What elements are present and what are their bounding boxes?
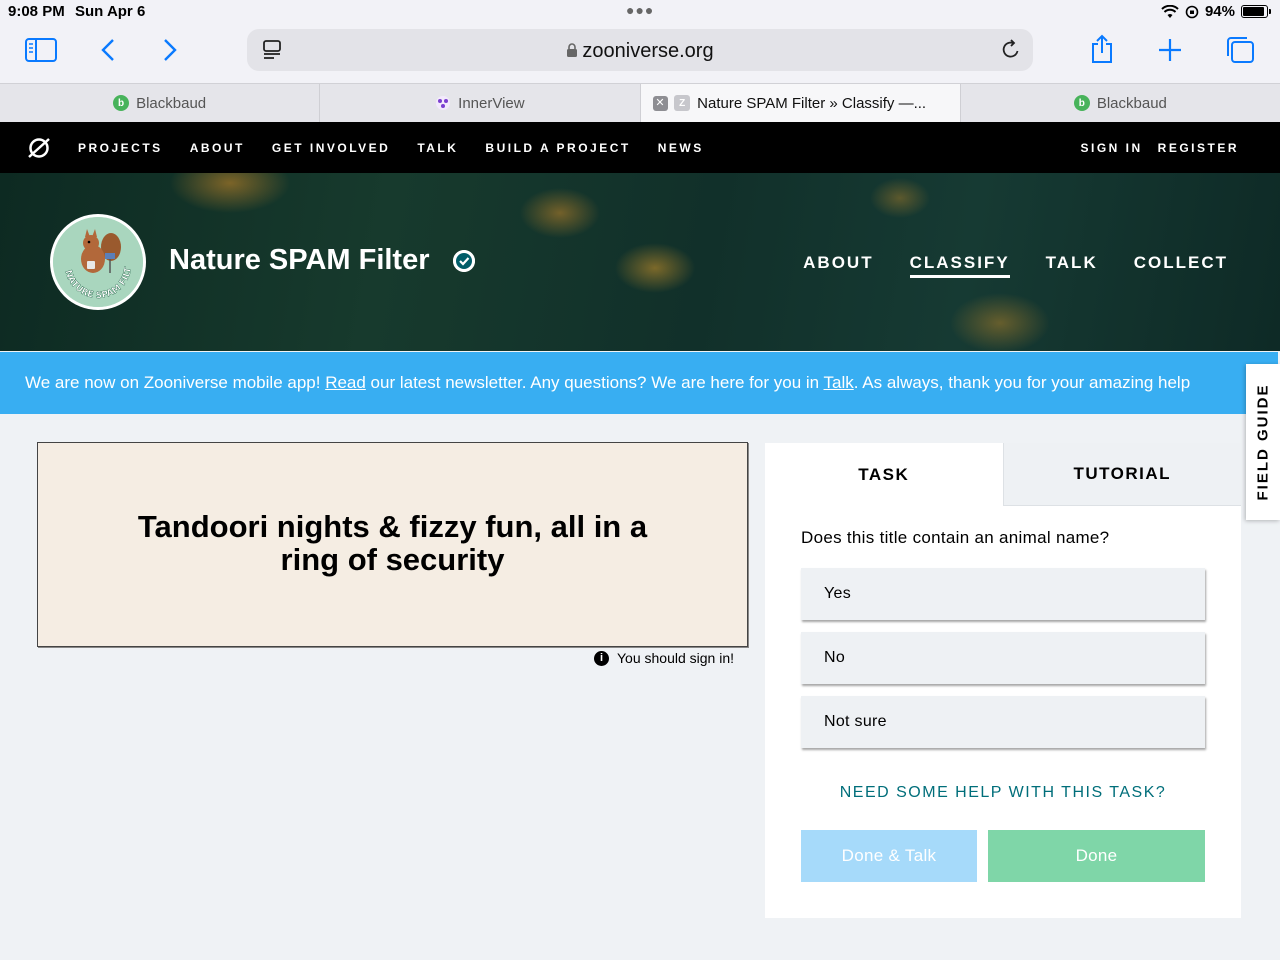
nav-get-involved[interactable]: GET INVOLVED [272,141,390,155]
browser-tab-blackbaud-1[interactable]: b Blackbaud [0,84,321,122]
done-button[interactable]: Done [988,830,1205,882]
project-avatar[interactable]: NATURE SPAM FILTER [50,214,146,310]
info-icon: i [594,650,609,666]
subject-text: Tandoori nights & fizzy fun, all in a ri… [38,510,747,576]
tab-label: InnerView [458,94,525,112]
status-right: 94% [1161,3,1271,20]
close-tab-icon[interactable]: ✕ [652,96,668,111]
tab-task[interactable]: TASK [765,443,1003,506]
project-nav-collect[interactable]: COLLECT [1134,253,1228,278]
verified-badge-icon [453,250,475,272]
sign-in-note[interactable]: i You should sign in! [594,650,734,666]
project-nav-talk[interactable]: TALK [1046,253,1098,278]
lock-icon [567,43,578,57]
answer-yes-button[interactable]: Yes [801,568,1205,620]
address-bar[interactable]: zooniverse.org [247,29,1033,71]
forward-icon[interactable] [162,38,178,62]
task-question: Does this title contain an animal name? [801,528,1110,547]
site-nav: PROJECTS ABOUT GET INVOLVED TALK BUILD A… [0,122,1280,173]
talk-link[interactable]: Talk [824,373,854,392]
squirrel-logo-icon: NATURE SPAM FILTER [53,217,143,307]
banner-text-part: . As always, thank you for your amazing … [853,373,1191,392]
multitasking-dots-icon[interactable]: ●●● [626,2,654,18]
share-icon[interactable] [1090,34,1114,64]
project-nav: ABOUT CLASSIFY TALK COLLECT [803,253,1228,278]
project-nav-about[interactable]: ABOUT [803,253,873,278]
status-time: 9:08 PM [8,3,65,20]
innerview-favicon-icon [436,96,451,110]
project-nav-classify[interactable]: CLASSIFY [909,253,1010,278]
browser-tab-blackbaud-2[interactable]: b Blackbaud [961,84,1280,122]
sign-in-link[interactable]: SIGN IN [1080,141,1142,155]
new-tab-icon[interactable] [1158,38,1182,62]
task-help-link[interactable]: NEED SOME HELP WITH THIS TASK? [765,784,1241,802]
field-guide-button[interactable]: FIELD GUIDE [1246,364,1280,520]
blackbaud-favicon-icon: b [113,95,130,111]
task-panel: TASK TUTORIAL Does this title contain an… [765,443,1241,918]
tab-tutorial[interactable]: TUTORIAL [1002,443,1241,506]
browser-toolbar: zooniverse.org [0,26,1280,83]
zooniverse-logo-icon[interactable] [27,136,51,165]
tab-label: Blackbaud [136,94,207,112]
answer-no-button[interactable]: No [801,632,1205,684]
project-header: NATURE SPAM FILTER Nature SPAM Filter AB… [0,173,1280,351]
url-display[interactable]: zooniverse.org [247,40,1033,63]
reload-icon[interactable] [1001,38,1021,66]
blackbaud-favicon-icon: b [1073,95,1090,111]
sign-in-note-text: You should sign in! [617,650,735,666]
nav-build-a-project[interactable]: BUILD A PROJECT [485,141,630,155]
battery-percent: 94% [1204,3,1235,20]
browser-tab-zooniverse[interactable]: ✕ Z Nature SPAM Filter » Classify —... [640,84,961,122]
orientation-lock-icon [1185,5,1199,18]
subject-text-line: ring of security [280,542,505,577]
subject-text-line: Tandoori nights & fizzy fun, all in a [137,509,648,544]
tab-label: Blackbaud [1096,94,1167,112]
browser-tab-innerview[interactable]: InnerView [320,84,641,122]
banner-text: We are now on Zooniverse mobile app! Rea… [25,373,1190,393]
field-guide-label: FIELD GUIDE [1254,383,1272,501]
project-title[interactable]: Nature SPAM Filter [169,244,430,277]
tab-overview-icon[interactable] [1225,36,1255,64]
auth-links: SIGN IN REGISTER [1080,141,1239,155]
nav-about[interactable]: ABOUT [190,141,245,155]
announcement-banner: We are now on Zooniverse mobile app! Rea… [0,352,1278,414]
sidebar-toggle-icon[interactable] [25,38,57,62]
battery-icon [1241,5,1271,18]
browser-tab-strip: b Blackbaud InnerView ✕ Z Nature SPAM Fi… [0,83,1280,122]
site-nav-list: PROJECTS ABOUT GET INVOLVED TALK BUILD A… [78,141,731,155]
answer-not-sure-button[interactable]: Not sure [801,696,1205,748]
register-link[interactable]: REGISTER [1158,141,1239,155]
status-bar: 9:08 PM Sun Apr 6 ●●● 94% [0,0,1280,26]
nav-talk[interactable]: TALK [417,141,458,155]
newsletter-link[interactable]: Read [325,373,366,392]
url-text: zooniverse.org [582,40,714,62]
status-date: Sun Apr 6 [75,3,146,20]
wifi-icon [1161,4,1179,18]
back-icon[interactable] [100,38,116,62]
zooniverse-favicon-icon: Z [674,95,691,111]
subject-viewer[interactable]: Tandoori nights & fizzy fun, all in a ri… [37,442,748,647]
tab-label: Nature SPAM Filter » Classify —... [697,94,927,112]
nav-projects[interactable]: PROJECTS [78,141,163,155]
nav-news[interactable]: NEWS [658,141,704,155]
done-and-talk-button[interactable]: Done & Talk [801,830,977,882]
banner-text-part: We are now on Zooniverse mobile app! [25,373,326,392]
banner-text-part: our latest newsletter. Any questions? We… [365,373,824,392]
task-tabs: TASK TUTORIAL [765,443,1241,506]
